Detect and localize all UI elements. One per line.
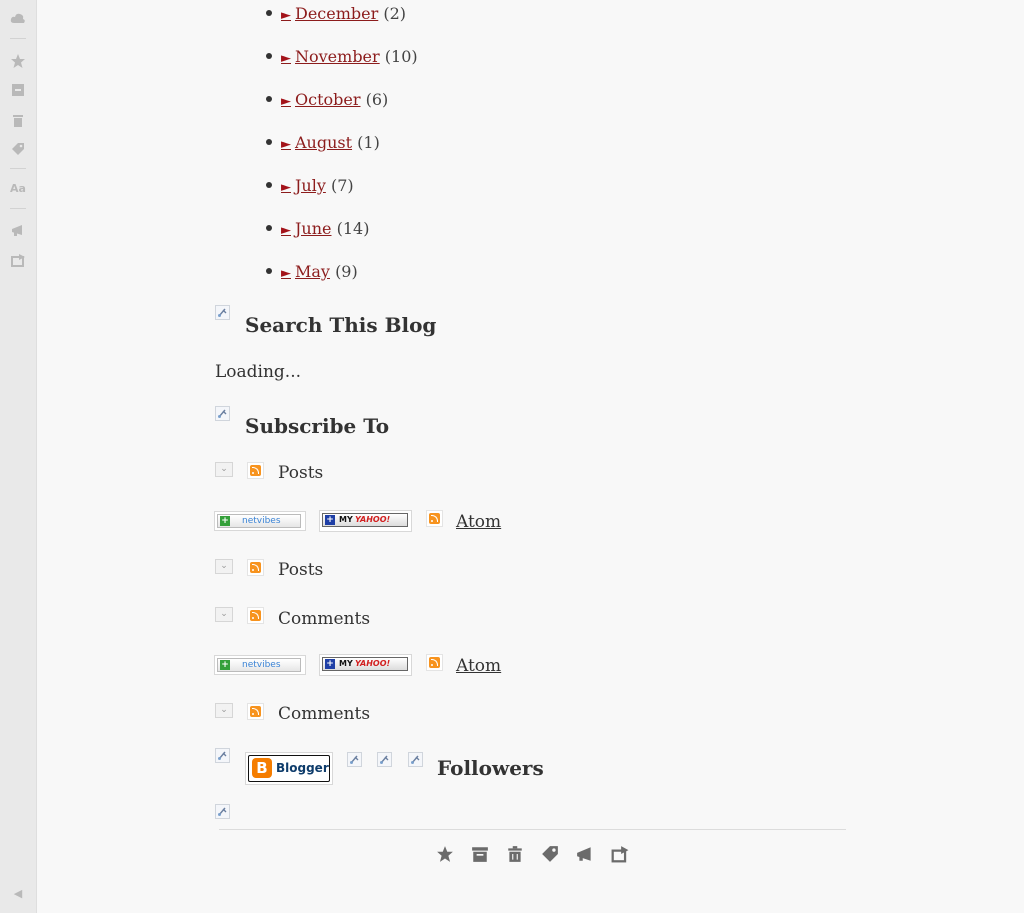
rss-feed-icon [247,462,264,479]
subscribe-comments-label[interactable]: Comments [278,609,370,629]
subscribe-dropdown-toggle[interactable]: ⌄ [215,607,233,622]
footer-divider [219,829,846,830]
archive-count: (6) [365,90,389,109]
archive-month-label: June [295,219,332,238]
rss-feed-icon [247,607,264,624]
archive-toggle-link[interactable]: ► June [281,219,332,238]
rss-feed-icon [426,654,443,671]
search-loading-text: Loading... [215,362,302,382]
archive-item: ► October (6) [266,90,388,112]
widget-edit-icon[interactable] [215,406,230,421]
archive-item: ► July (7) [266,176,354,198]
rss-feed-icon [247,703,264,720]
list-bullet [266,96,272,102]
widget-edit-icon[interactable] [215,748,230,763]
archive-toggle-link[interactable]: ► July [281,176,326,195]
archive-month-label: July [295,176,326,195]
archive-toggle-link[interactable]: ► October [281,90,361,109]
archive-item: ► May (9) [266,262,358,284]
archive-toggle-link[interactable]: ► August [281,133,352,152]
star-icon[interactable] [436,845,454,863]
archive-month-label: May [295,262,330,281]
rss-feed-icon [247,559,264,576]
search-widget-title: Search This Blog [245,313,437,337]
subscribe-dropdown-toggle[interactable]: ⌄ [215,462,233,477]
expand-arrow-icon: ► [281,94,291,109]
atom-feed-link[interactable]: Atom [456,656,501,676]
add-to-my-yahoo-button[interactable]: + MY YAHOO! [319,510,412,532]
subscribe-dropdown-toggle[interactable]: ⌄ [215,559,233,574]
archive-count: (7) [330,176,354,195]
share-icon[interactable] [611,845,629,863]
subscribe-posts-label[interactable]: Posts [278,560,323,580]
archive-item: ► August (1) [266,133,380,155]
subscribe-widget-title: Subscribe To [245,414,390,438]
subscribe-dropdown-toggle[interactable]: ⌄ [215,703,233,718]
archive-count: (10) [384,47,418,66]
archive-count: (14) [336,219,370,238]
widget-edit-icon[interactable] [215,305,230,320]
trash-icon[interactable] [506,845,524,863]
archive-month-label: November [295,47,380,66]
archive-toggle-link[interactable]: ► May [281,262,330,281]
widget-edit-icon[interactable] [408,752,423,767]
expand-arrow-icon: ► [281,223,291,238]
rss-feed-icon [426,510,443,527]
list-bullet [266,182,272,188]
widget-edit-icon[interactable] [347,752,362,767]
archive-item: ► November (10) [266,47,418,69]
blog-content: ► December (2) ► November (10) ► October (6… [0,0,1024,913]
expand-arrow-icon: ► [281,180,291,195]
archive-item: ► December (2) [266,4,406,26]
followers-widget-title: Followers [437,756,544,780]
atom-feed-link[interactable]: Atom [456,512,501,532]
archive-month-label: December [295,4,379,23]
archive-count: (1) [357,133,380,152]
widget-edit-icon[interactable] [215,804,230,819]
list-bullet [266,10,272,16]
subscribe-comments-label[interactable]: Comments [278,704,370,724]
expand-arrow-icon: ► [281,51,291,66]
archive-item: ► June (14) [266,219,369,241]
blogger-button[interactable]: B Blogger [245,752,333,785]
list-bullet [266,225,272,231]
add-to-my-yahoo-button[interactable]: + MY YAHOO! [319,654,412,676]
archive-toggle-link[interactable]: ► December [281,4,378,23]
archive-month-label: October [295,90,361,109]
blogger-logo-icon: B [252,758,272,778]
archive-month-label: August [295,133,353,152]
archive-count: (2) [383,4,407,23]
archive-toggle-link[interactable]: ► November [281,47,380,66]
archive-count: (9) [335,262,358,281]
expand-arrow-icon: ► [281,137,291,152]
expand-arrow-icon: ► [281,8,291,23]
widget-edit-icon[interactable] [377,752,392,767]
add-to-netvibes-button[interactable]: + netvibes [214,511,306,531]
tag-icon[interactable] [541,845,559,863]
add-to-netvibes-button[interactable]: + netvibes [214,655,306,675]
list-bullet [266,53,272,59]
archive-icon[interactable] [471,845,489,863]
expand-arrow-icon: ► [281,266,291,281]
list-bullet [266,139,272,145]
subscribe-posts-label[interactable]: Posts [278,463,323,483]
list-bullet [266,268,272,274]
megaphone-icon[interactable] [576,845,594,863]
